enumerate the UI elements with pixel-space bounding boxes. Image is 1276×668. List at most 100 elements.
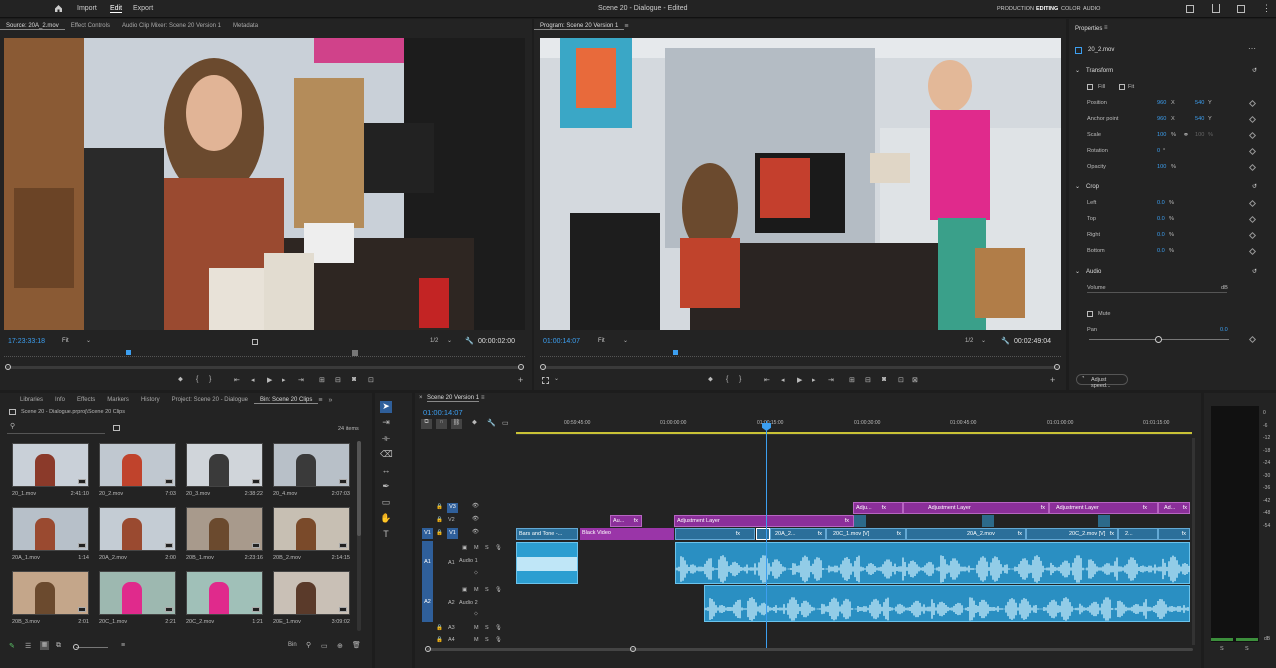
timeline-scroll-handle-right[interactable] (630, 646, 636, 652)
a2-mute[interactable]: M (474, 587, 479, 593)
crop-left-keyframe-icon[interactable] (1248, 199, 1257, 208)
tab-libraries[interactable]: Libraries (14, 397, 49, 403)
tab-info[interactable]: Info (49, 397, 71, 403)
v3-eye-icon[interactable]: 👁 (472, 503, 479, 509)
program-menu-icon[interactable]: ≡ (624, 23, 628, 30)
anchor-y-value[interactable]: 540 (1195, 116, 1204, 122)
position-keyframe-icon[interactable] (1248, 99, 1257, 108)
a2-solo[interactable]: S (485, 587, 489, 593)
clip-thumbnail[interactable] (12, 571, 89, 615)
proxy-toggle-icon[interactable]: ⊠ (912, 376, 918, 384)
crop-bottom-value[interactable]: 0.0 (1157, 248, 1165, 254)
v2-eye-icon[interactable]: 👁 (472, 516, 479, 522)
mark-in-icon[interactable]: { (196, 376, 198, 383)
program-zoom-bar[interactable] (542, 366, 1059, 369)
program-timecode[interactable]: 01:00:14:07 (543, 338, 580, 345)
step-back-icon[interactable]: ◂ (251, 376, 255, 384)
source-zoom-handle-left[interactable] (5, 364, 11, 370)
a1-target[interactable]: A1 (448, 560, 455, 566)
a2-film-icon[interactable]: ▣ (462, 587, 467, 593)
program-safe-chevron-icon[interactable]: ⌄ (554, 375, 559, 382)
transform-section[interactable]: ⌄ Transform ↺ (1075, 66, 1265, 80)
timeline-scrollbar[interactable] (427, 648, 1193, 651)
source-marker[interactable] (352, 350, 358, 356)
audio-clip-bars-a1[interactable] (516, 542, 578, 584)
nest-icon[interactable]: ⧉ (421, 419, 432, 429)
selection-tool-icon[interactable]: ➤ (380, 401, 392, 413)
timeline-close-icon[interactable]: × (419, 395, 423, 401)
crop-right-keyframe-icon[interactable] (1248, 231, 1257, 240)
v1-eye-icon[interactable]: 👁 (472, 529, 479, 535)
nav-import[interactable]: Import (77, 5, 97, 12)
v1-target[interactable]: V1 (447, 528, 458, 539)
fill-icon[interactable] (1087, 84, 1093, 90)
go-to-in-icon[interactable]: ⇤ (234, 376, 240, 384)
clip-thumbnail[interactable] (186, 443, 263, 487)
tab-metadata[interactable]: Metadata (227, 23, 264, 29)
link-icon[interactable]: ⚭ (1183, 131, 1189, 139)
a2-mic-icon[interactable]: 🎙 (495, 587, 502, 593)
v1-source-patch[interactable]: V1 (422, 528, 433, 539)
a4-mute[interactable]: M (474, 637, 479, 643)
timeline-settings-icon[interactable]: 🔧 (487, 419, 496, 427)
program-zoom-handle-right[interactable] (1054, 364, 1060, 370)
position-y-value[interactable]: 540 (1195, 100, 1204, 106)
clip-adjustment-v3[interactable]: Adjustment Layer fx (1049, 502, 1158, 514)
workspace-color[interactable]: COLOR (1061, 6, 1081, 12)
clip-thumbnail[interactable] (186, 507, 263, 551)
rotation-keyframe-icon[interactable] (1248, 147, 1257, 156)
audio-chevron-icon[interactable]: ⌄ (1075, 268, 1080, 275)
clip-bars-and-tone[interactable]: Bars and Tone -... (516, 528, 578, 540)
audio-reset-icon[interactable]: ↺ (1252, 268, 1257, 275)
a3-mic-icon[interactable]: 🎙 (495, 625, 502, 631)
clip-adjustment-v3[interactable]: Adju... fx (853, 502, 903, 514)
a4-lock-icon[interactable]: 🔒 (436, 637, 443, 643)
v1-lock-icon[interactable]: 🔒 (436, 530, 443, 536)
timeline-menu-icon[interactable]: ≡ (481, 395, 485, 401)
v2-target[interactable]: V2 (448, 517, 455, 523)
program-step-back-icon[interactable]: ◂ (781, 376, 785, 384)
a1-keyframe-icon[interactable]: ⬦ (474, 570, 478, 577)
clip-thumbnail[interactable] (186, 571, 263, 615)
transform-reset-icon[interactable]: ↺ (1252, 67, 1257, 74)
new-bin-icon[interactable]: ▭ (321, 642, 328, 650)
program-resolution-chevron-icon[interactable]: ⌄ (981, 337, 986, 344)
program-playhead[interactable] (673, 350, 678, 355)
transform-chevron-icon[interactable]: ⌄ (1075, 67, 1080, 74)
add-marker-timeline-icon[interactable]: ⬥ (472, 419, 477, 427)
clip-v1-end[interactable]: fx (1158, 528, 1190, 540)
program-export-frame-icon[interactable]: ◙ (882, 376, 886, 383)
fit-icon[interactable] (1119, 84, 1125, 90)
a3-lock-icon[interactable]: 🔒 (436, 625, 443, 631)
a4-solo[interactable]: S (485, 637, 489, 643)
opacity-keyframe-icon[interactable] (1248, 163, 1257, 172)
track-select-tool-icon[interactable]: ⇥ (380, 417, 392, 429)
new-item-icon[interactable]: ⊕ (337, 642, 343, 650)
clip-adjustment-v3[interactable]: Ad... fx (1158, 502, 1190, 514)
a1-solo[interactable]: S (485, 545, 489, 551)
fullscreen-icon[interactable] (1237, 5, 1245, 13)
clip-v2-teal[interactable] (854, 515, 866, 527)
export-frame-icon[interactable]: ◙ (352, 376, 356, 383)
clip-black-video[interactable]: Black Video (580, 528, 674, 540)
crop-left-value[interactable]: 0.0 (1157, 200, 1165, 206)
fit-button[interactable]: Fit (1128, 84, 1134, 90)
a2-target[interactable]: A2 (448, 600, 455, 606)
tab-audio-clip-mixer[interactable]: Audio Clip Mixer: Scene 20 Version 1 (116, 23, 227, 29)
clip-20a2-v1[interactable] (756, 528, 770, 540)
audio-section[interactable]: ⌄ Audio ↺ (1075, 267, 1265, 281)
a3-solo[interactable]: S (485, 625, 489, 631)
zoom-slider[interactable] (76, 647, 108, 648)
opacity-value[interactable]: 100 (1157, 164, 1166, 170)
program-go-to-in-icon[interactable]: ⇤ (764, 376, 770, 384)
tab-program[interactable]: Program: Scene 20 Version 1 (534, 23, 625, 30)
clip-v2-teal[interactable] (1098, 515, 1110, 527)
meter-solo-right[interactable]: S (1245, 646, 1249, 652)
clip-thumbnail[interactable] (99, 443, 176, 487)
snap-icon[interactable]: ∩ (436, 419, 447, 429)
pan-value[interactable]: 0.0 (1220, 327, 1228, 333)
insert-icon[interactable]: ⊞ (319, 376, 325, 384)
clip-thumbnail[interactable] (273, 507, 350, 551)
a1-source-patch[interactable]: A1 (422, 541, 433, 584)
home-icon[interactable] (54, 4, 63, 13)
